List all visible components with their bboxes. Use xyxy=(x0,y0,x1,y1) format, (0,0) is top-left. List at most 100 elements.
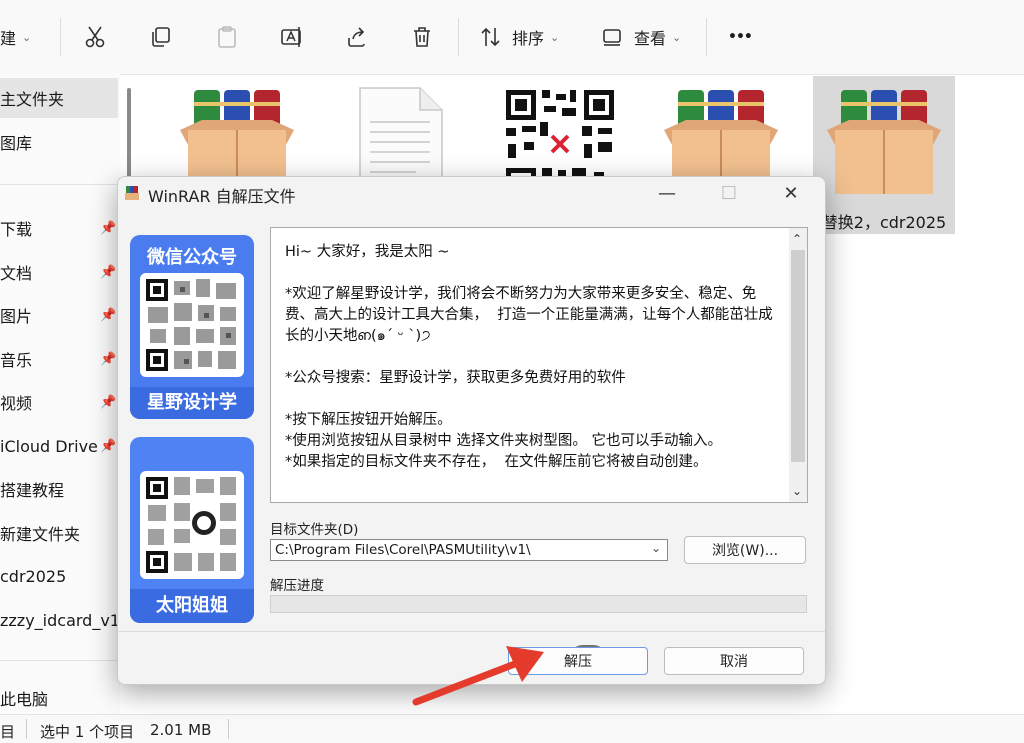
selection-count: 选中 1 个项目 xyxy=(40,723,135,741)
sidebar-item-music[interactable]: 音乐 📌 xyxy=(0,339,118,379)
winrar-sfx-dialog: WinRAR 自解压文件 — ☐ ✕ 微信公众号 星野设计学 太阳姐姐 Hi~ … xyxy=(117,176,826,685)
sort-label: 排序 xyxy=(512,29,545,48)
extract-progress-label: 解压进度 xyxy=(270,578,324,594)
sort-button[interactable]: 排序 ⌄ xyxy=(480,20,559,54)
sidebar-item-folder[interactable]: zzzy_idcard_v1 xyxy=(0,600,118,640)
item-count: 目 xyxy=(0,723,16,741)
rar-archive-icon xyxy=(827,90,941,194)
sidebar-item-gallery[interactable]: 图库 xyxy=(0,122,118,162)
sidebar-item-pictures[interactable]: 图片 📌 xyxy=(0,295,118,335)
view-label: 查看 xyxy=(634,29,667,48)
sidebar-item-label: zzzy_idcard_v1 xyxy=(0,610,118,630)
chevron-down-icon: ⌄ xyxy=(550,30,560,44)
extract-button-label: 解压 xyxy=(564,654,592,670)
destination-folder-combobox[interactable]: C:\Program Files\Corel\PASMUtility\v1\ ⌄ xyxy=(270,539,668,561)
scroll-up-icon[interactable]: ⌃ xyxy=(792,232,802,246)
chevron-down-icon: ⌄ xyxy=(672,30,682,44)
new-button[interactable]: 建 ⌄ xyxy=(0,20,31,54)
cancel-button-label: 取消 xyxy=(720,654,748,670)
pin-icon: 📌 xyxy=(100,307,117,323)
pin-icon: 📌 xyxy=(100,394,117,410)
more-options-button[interactable]: ••• xyxy=(728,20,753,54)
close-button[interactable]: ✕ xyxy=(768,179,814,207)
sidebar-item-label: cdr2025 xyxy=(0,566,67,586)
sidebar-item-label: 视频 xyxy=(0,394,33,413)
sidebar-item-icloud-drive[interactable]: iCloud Drive 📌 xyxy=(0,426,118,466)
chevron-down-icon[interactable]: ⌄ xyxy=(651,541,661,555)
file-label: 替换2，cdr2025 xyxy=(821,213,947,232)
navigation-pane: 主文件夹 图库 下载 📌 文档 📌 图片 📌 音乐 📌 视频 📌 iCloud Drive… xyxy=(0,74,120,714)
sidebar-item-folder[interactable]: 新建文件夹 xyxy=(0,513,118,553)
promo-heading: 微信公众号 xyxy=(147,247,237,268)
destination-folder-value: C:\Program Files\Corel\PASMUtility\v1\ xyxy=(275,542,531,558)
winrar-icon xyxy=(125,186,139,200)
sidebar-item-videos[interactable]: 视频 📌 xyxy=(0,382,118,422)
sidebar-item-label: 音乐 xyxy=(0,351,33,370)
toolbar-divider xyxy=(706,18,707,56)
pin-icon: 📌 xyxy=(100,438,117,454)
sidebar-item-folder[interactable]: 搭建教程 xyxy=(0,469,118,509)
sidebar-divider xyxy=(0,660,118,661)
copy-icon[interactable] xyxy=(150,20,172,54)
sidebar-item-this-pc[interactable]: 此电脑 xyxy=(0,686,118,712)
qr-code-image xyxy=(140,273,244,377)
view-icon xyxy=(603,29,621,46)
delete-icon[interactable] xyxy=(412,20,432,54)
scroll-down-icon[interactable]: ⌄ xyxy=(792,484,802,498)
view-button[interactable]: 查看 ⌄ xyxy=(602,20,681,54)
close-icon: ✕ xyxy=(783,182,799,204)
file-item-selected[interactable]: 替换2，cdr2025 xyxy=(813,76,955,234)
sidebar-item-folder[interactable]: cdr2025 xyxy=(0,556,118,596)
pin-icon: 📌 xyxy=(100,220,117,236)
sidebar-item-label: 图库 xyxy=(0,134,33,153)
cut-icon[interactable] xyxy=(84,20,106,54)
promo-card-wechat: 微信公众号 星野设计学 xyxy=(130,235,254,419)
promo-footer: 星野设计学 xyxy=(130,387,254,419)
maximize-icon: ☐ xyxy=(720,182,738,204)
minimize-icon: — xyxy=(658,182,676,204)
share-icon[interactable] xyxy=(346,20,368,54)
dialog-title: WinRAR 自解压文件 xyxy=(148,187,296,206)
sidebar-item-downloads[interactable]: 下载 📌 xyxy=(0,208,118,248)
sidebar-item-label: iCloud Drive xyxy=(0,436,98,456)
sidebar-item-label: 主文件夹 xyxy=(0,90,65,109)
toolbar-divider xyxy=(458,18,459,56)
promo-card-personal: 太阳姐姐 xyxy=(130,437,254,623)
chevron-down-icon: ⌄ xyxy=(22,30,32,44)
status-bar: 目 选中 1 个项目 2.01 MB xyxy=(0,714,1024,743)
browse-button-label: 浏览(W)... xyxy=(711,543,779,559)
status-divider xyxy=(26,719,27,739)
rename-icon[interactable] xyxy=(280,20,304,54)
pin-icon: 📌 xyxy=(100,351,117,367)
new-button-label: 建 xyxy=(0,29,17,48)
sidebar-item-label: 此电脑 xyxy=(0,690,49,709)
minimize-button[interactable]: — xyxy=(644,179,690,207)
pin-icon: 📌 xyxy=(100,264,117,280)
sidebar-item-documents[interactable]: 文档 📌 xyxy=(0,252,118,292)
browse-button[interactable]: 浏览(W)... xyxy=(684,536,806,564)
cancel-button[interactable]: 取消 xyxy=(664,647,804,675)
red-arrow-annotation xyxy=(412,646,544,706)
status-divider xyxy=(228,719,229,739)
sidebar-item-label: 搭建教程 xyxy=(0,481,65,500)
text-scrollbar[interactable]: ⌃ ⌄ xyxy=(789,228,807,502)
sidebar-item-label: 图片 xyxy=(0,307,33,326)
sort-icon xyxy=(481,27,500,47)
dialog-divider xyxy=(118,631,825,632)
qr-code-image xyxy=(140,471,244,579)
selection-size: 2.01 MB xyxy=(150,721,212,739)
paste-icon[interactable] xyxy=(216,20,238,54)
info-text: Hi~ 大家好，我是太阳 ~ *欢迎了解星野设计学，我们将会不断努力为大家带来更… xyxy=(285,244,773,470)
sidebar-item-home[interactable]: 主文件夹 xyxy=(0,78,118,118)
explorer-toolbar: 建 ⌄ 排序 ⌄ 查看 ⌄ ••• xyxy=(0,0,1024,75)
sidebar-item-label: 下载 xyxy=(0,220,33,239)
sidebar-item-label: 新建文件夹 xyxy=(0,525,81,544)
promo-footer: 太阳姐姐 xyxy=(130,589,254,623)
destination-folder-label: 目标文件夹(D) xyxy=(270,522,359,538)
maximize-button[interactable]: ☐ xyxy=(706,179,752,207)
info-text-area[interactable]: Hi~ 大家好，我是太阳 ~ *欢迎了解星野设计学，我们将会不断努力为大家带来更… xyxy=(270,227,808,503)
sidebar-divider xyxy=(0,184,118,185)
more-icon: ••• xyxy=(728,29,753,45)
sidebar-item-label: 文档 xyxy=(0,264,33,283)
scrollbar-thumb[interactable] xyxy=(791,250,805,462)
